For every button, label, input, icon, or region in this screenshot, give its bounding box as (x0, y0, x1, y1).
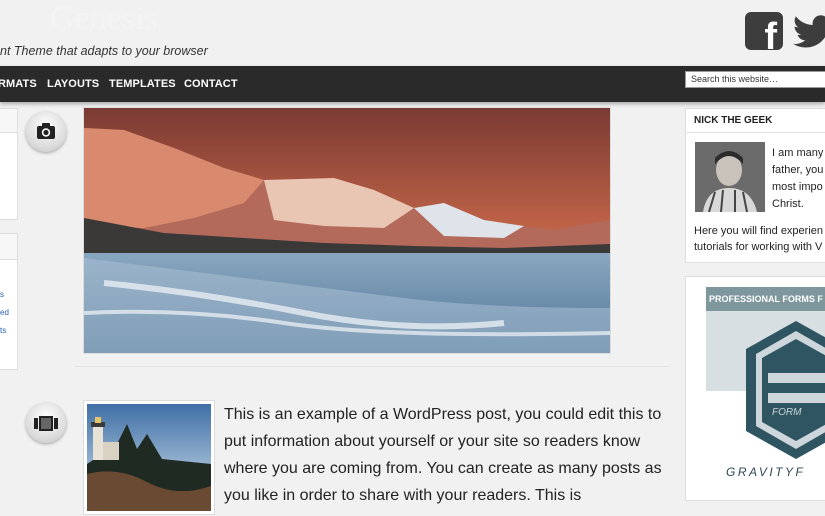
bio-line: Christ. (772, 198, 804, 210)
post-divider (75, 366, 670, 367)
logo-word: FORM (772, 407, 802, 418)
left-widget-header (0, 109, 17, 133)
author-bio-side: I am many father, you most impo Christ. (772, 145, 825, 213)
search-input[interactable]: Search this website… (685, 71, 825, 88)
post-thumbnail[interactable] (83, 400, 215, 515)
left-link[interactable]: s (0, 290, 4, 299)
site-tagline: nt Theme that adapts to your browser (0, 44, 208, 58)
gravity-forms-ad[interactable]: PROFESSIONAL FORMS F FORM GRAVITYF (685, 276, 825, 501)
twitter-icon[interactable] (793, 12, 825, 50)
bio-line: father, you (772, 164, 824, 176)
landscape-picture (83, 108, 611, 353)
avatar-picture (695, 142, 765, 212)
left-widget-links: s ed ts (0, 233, 18, 370)
bio-line: tutorials for working with V (694, 241, 823, 253)
nav-item-templates[interactable]: TEMPLATES (109, 78, 176, 90)
social-icons: f (745, 12, 825, 50)
ad-brand-text: GRAVITYF (726, 465, 806, 479)
left-link[interactable]: ed (0, 308, 9, 317)
camera-icon (26, 112, 66, 152)
author-widget: NICK THE GEEK I am many father, you most… (685, 108, 825, 263)
bio-line: I am many (772, 147, 824, 159)
nav-item-layouts[interactable]: LAYOUTS (47, 78, 99, 90)
left-widget-header (0, 234, 17, 260)
post-excerpt: This is an example of a WordPress post, … (224, 406, 662, 504)
author-bio-bottom: Here you will find experien tutorials fo… (694, 223, 823, 255)
featured-landscape-image[interactable] (83, 107, 611, 354)
gallery-glyph (34, 416, 58, 431)
bio-line: most impo (772, 181, 823, 193)
nav-item-contact[interactable]: CONTACT (184, 78, 238, 90)
author-widget-title: NICK THE GEEK (686, 109, 825, 133)
nav-item-formats[interactable]: RMATS (0, 78, 37, 90)
facebook-icon[interactable]: f (745, 12, 783, 50)
lighthouse-picture (87, 404, 211, 511)
left-link[interactable]: ts (0, 326, 6, 335)
left-widget (0, 108, 18, 220)
gallery-icon (26, 403, 66, 443)
avatar (695, 142, 765, 212)
bio-line: Here you will find experien (694, 225, 824, 237)
facebook-glyph: f (764, 16, 777, 50)
ad-banner: PROFESSIONAL FORMS F (706, 287, 825, 311)
camera-glyph (37, 123, 55, 139)
site-title[interactable]: Genesis (50, 0, 158, 38)
gravity-forms-logo-icon: FORM (706, 311, 825, 459)
